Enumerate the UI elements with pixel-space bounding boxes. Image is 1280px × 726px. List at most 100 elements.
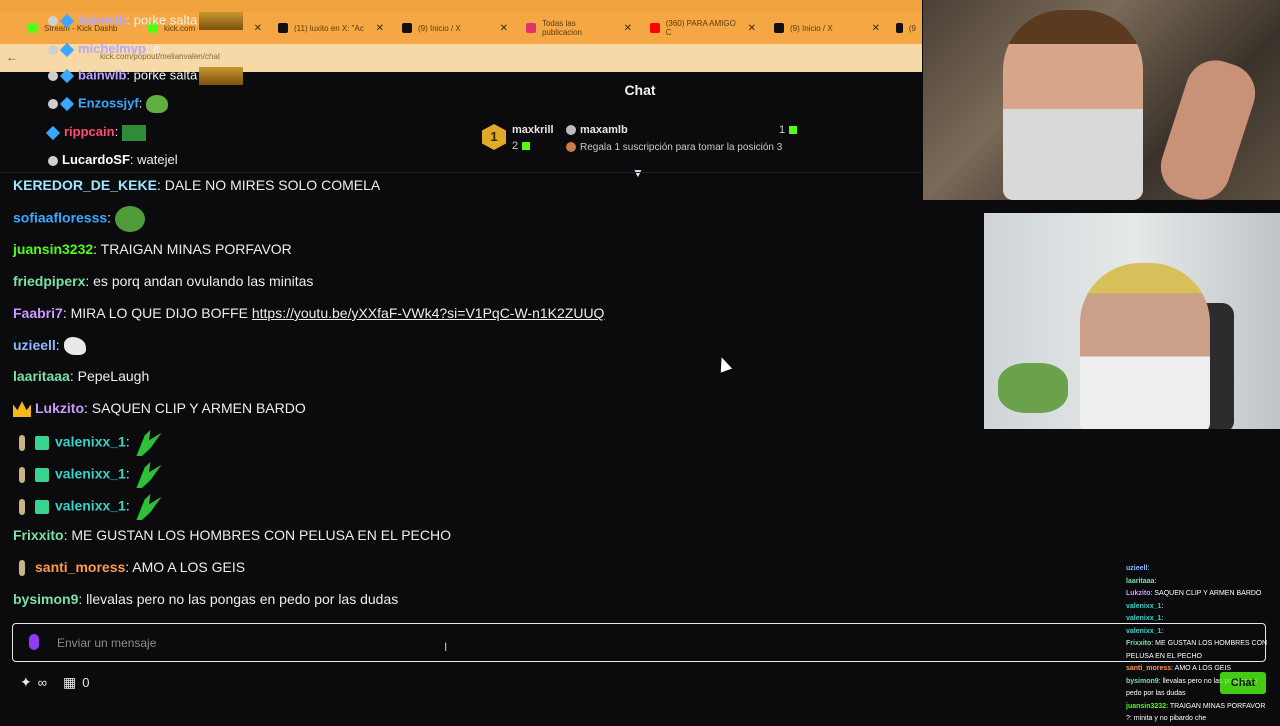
browser-tab[interactable]: (9) Inicio / X ✕ — [396, 16, 514, 40]
browser-tab[interactable]: (9) Inicio / X ✕ — [768, 16, 886, 40]
browser-tab[interactable]: (360) PARA AMIGO C ✕ — [644, 16, 762, 40]
back-icon[interactable]: ← — [6, 50, 18, 64]
overlay-line: uzieell: — [1126, 565, 1150, 572]
overlay-line: Lukzito: SAQUEN CLIP Y ARMEN BARDO — [1126, 590, 1262, 597]
kick-icon — [28, 23, 38, 33]
badge-icon — [48, 155, 58, 166]
frog-emote — [146, 95, 169, 113]
points-icon: ✦ — [20, 674, 32, 690]
chat-footer: ✦ ∞ ▦ 0 — [20, 674, 89, 691]
subscriber-badge-icon — [19, 435, 25, 451]
browser-tab[interactable]: (9 — [890, 16, 922, 40]
chat-message: valenixx_1: — [13, 494, 162, 520]
leader-second[interactable]: maxamlb — [566, 124, 628, 136]
overlay-line: valenixx_1: — [1126, 627, 1164, 635]
mouse-cursor — [715, 355, 733, 373]
leaf-emote — [136, 494, 162, 520]
close-tab-icon[interactable]: ✕ — [500, 23, 508, 34]
green-emote — [122, 124, 147, 141]
gift-prompt[interactable]: Regala 1 suscripción para tomar la posic… — [566, 142, 782, 153]
overlay-message: rippcain: — [45, 124, 147, 141]
gift-icon — [789, 126, 798, 135]
chat-send-button[interactable]: Chat — [1220, 672, 1266, 694]
gift-coin-icon — [566, 142, 576, 153]
guest-webcam — [984, 213, 1280, 429]
browser-tab[interactable]: (11) luxito en X: "Ac ✕ — [272, 16, 390, 40]
close-tab-icon[interactable]: ✕ — [872, 23, 880, 34]
gifter-badge-icon — [35, 436, 49, 450]
overlay-message: bainwlb: porke salta — [48, 12, 244, 30]
gold-emote — [199, 12, 244, 30]
close-tab-icon[interactable]: ✕ — [254, 23, 262, 34]
streamer-webcam — [923, 0, 1280, 200]
close-tab-icon[interactable]: ✕ — [748, 23, 756, 34]
emote-picker-icon[interactable] — [29, 634, 39, 650]
overlay-message: Enzossjyf: — [48, 95, 169, 113]
overlay-line: valenixx_1: — [1126, 602, 1164, 610]
diamond-badge-icon — [59, 13, 75, 29]
overlay-message: LucardoSF: watejel — [48, 152, 178, 167]
x-icon — [278, 23, 288, 33]
subscriber-badge-icon — [19, 499, 25, 515]
gifter-badge-icon — [35, 500, 49, 514]
chat-message: santi_moress: AMO A LOS GEIS — [13, 559, 245, 577]
diamond-badge-icon — [45, 125, 61, 140]
message-input[interactable] — [55, 630, 1159, 656]
leader-second-count: 1 — [779, 124, 798, 136]
leaf-emote — [136, 430, 162, 456]
chat-message: valenixx_1: — [13, 462, 162, 488]
chat-message: KEREDOR_DE_KEKE: DALE NO MIRES SOLO COME… — [13, 177, 381, 193]
close-tab-icon[interactable]: ✕ — [376, 23, 384, 34]
gift-leaderboard: 1 maxkrill 2 maxamlb 1 Regala 1 suscripc… — [482, 120, 812, 160]
browser-tab[interactable]: Todas las publicacion ✕ — [520, 16, 638, 40]
leader-first-name[interactable]: maxkrill — [512, 124, 554, 136]
badge-icon — [48, 16, 58, 26]
streamer-figure — [1003, 10, 1143, 200]
crown-badge-icon — [13, 401, 31, 418]
message-link[interactable]: https://youtu.be/yXXfaF-VWk4?si=V1PqC-W-… — [252, 305, 605, 321]
youtube-icon — [650, 23, 660, 33]
chat-message: friedpiperx: es porq andan ovulando las … — [13, 273, 314, 289]
gifter-badge-icon — [35, 468, 49, 482]
chat-message: Frixxito: ME GUSTAN LOS HOMBRES CON PELU… — [13, 527, 451, 543]
store-icon: ▦ — [63, 674, 77, 690]
overlay-line: PELUSA EN EL PECHO — [1126, 652, 1202, 660]
subscriber-badge-icon — [19, 467, 25, 483]
plush-toy — [998, 363, 1068, 413]
raised-arm — [1153, 52, 1263, 200]
message-input-box[interactable] — [12, 623, 1266, 662]
channel-points[interactable]: ✦ ∞ — [20, 674, 47, 691]
diamond-badge-icon — [59, 68, 75, 84]
close-tab-icon[interactable]: ✕ — [624, 23, 632, 34]
guest-figure — [1080, 263, 1210, 429]
rank-icon — [566, 125, 576, 136]
instagram-icon — [526, 23, 536, 33]
subscriber-badge-icon — [19, 560, 25, 577]
rank-badge: 1 — [482, 124, 506, 150]
store-button[interactable]: ▦ 0 — [63, 674, 89, 691]
chat-message: bysimon9: llevalas pero no las pongas en… — [13, 591, 399, 607]
overlay-line: laaritaaa: — [1126, 577, 1157, 585]
overlay-line: ?: minita y no pibardo che — [1126, 715, 1207, 722]
x-icon — [774, 23, 784, 33]
overlay-line: juansin3232: TRAIGAN MINAS PORFAVOR — [1126, 702, 1266, 710]
leaf-emote — [136, 462, 162, 488]
x-icon — [402, 23, 412, 33]
badge-icon — [48, 71, 58, 81]
chat-message: juansin3232: TRAIGAN MINAS PORFAVOR — [13, 241, 292, 257]
text-cursor-icon: I — [444, 640, 448, 654]
chat-message: sofiaafloresss: — [13, 206, 145, 232]
x-icon — [896, 23, 903, 33]
stream-chat-overlay: uzieell: laaritaaa: Lukzito: SAQUEN CLIP… — [1126, 563, 1280, 726]
overlay-message: michelmvp: e — [48, 41, 160, 57]
chat-message: Faabri7: MIRA LO QUE DIJO BOFFE https://… — [13, 305, 605, 321]
chat-message: uzieell: — [13, 337, 86, 356]
collapse-icon[interactable]: ▼ — [632, 166, 644, 180]
gift-icon — [522, 142, 531, 151]
frog-emote — [114, 206, 145, 232]
overlay-line: Frixxito: ME GUSTAN LOS HOMBRES CON — [1126, 640, 1268, 647]
diamond-badge-icon — [59, 96, 75, 112]
chat-message: valenixx_1: — [13, 430, 162, 456]
chat-message: Lukzito: SAQUEN CLIP Y ARMEN BARDO — [13, 400, 306, 418]
clap-emote — [63, 337, 86, 356]
